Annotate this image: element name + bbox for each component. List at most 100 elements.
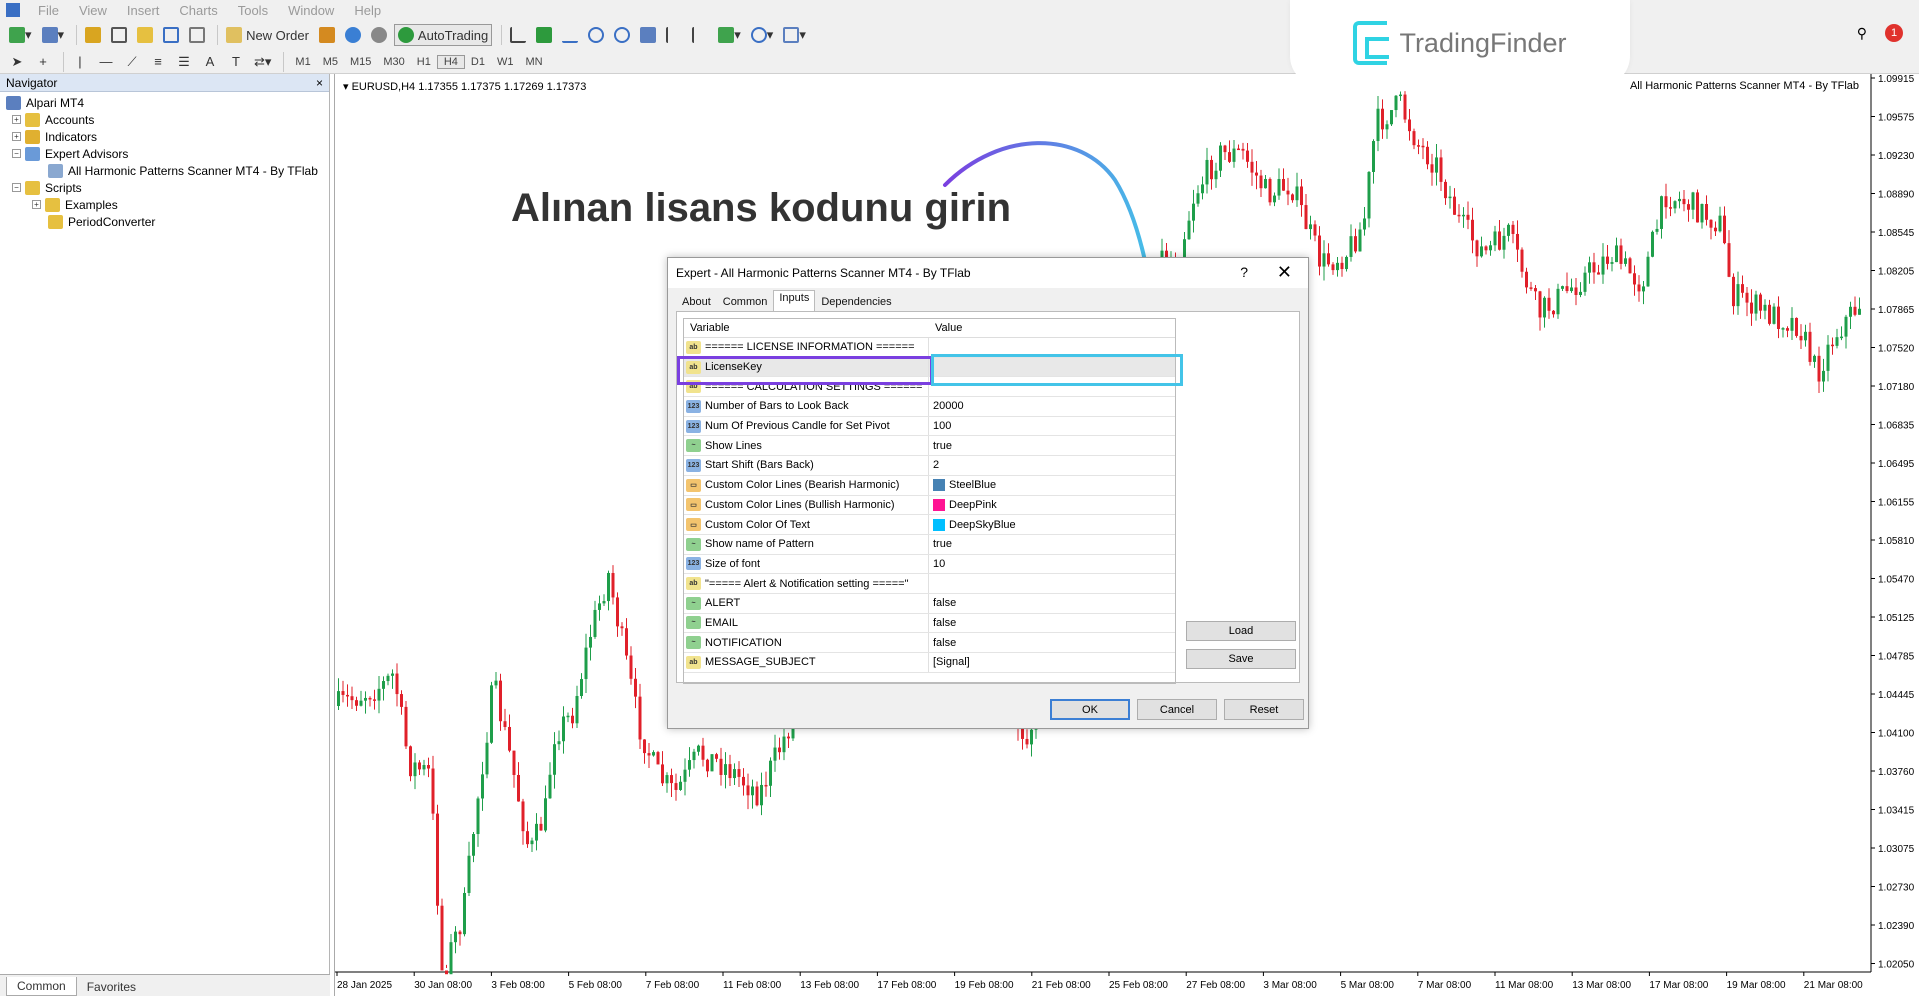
input-row[interactable]: ▭ Custom Color Lines (Bullish Harmonic) De… (684, 495, 1175, 516)
tester-icon[interactable] (186, 24, 208, 46)
input-row[interactable]: ~ NOTIFICATION false (684, 633, 1175, 653)
timeframe-m5[interactable]: M5 (317, 56, 344, 68)
horizontal-line-icon[interactable]: — (95, 51, 117, 73)
timeframe-w1[interactable]: W1 (491, 56, 520, 68)
input-row[interactable]: 123 Number of Bars to Look Back 20000 (684, 397, 1175, 417)
timeframe-d1[interactable]: D1 (465, 56, 491, 68)
notification-badge[interactable]: 1 (1885, 24, 1903, 42)
input-row[interactable]: ab MESSAGE_SUBJECT [Signal] (684, 653, 1175, 673)
tree-item-periodconverter[interactable]: PeriodConverter (0, 213, 329, 230)
dialog-help-button[interactable]: ? (1240, 264, 1248, 280)
ok-button[interactable]: OK (1050, 699, 1130, 720)
input-value-cell[interactable]: 100 (929, 417, 951, 436)
input-value-cell[interactable]: [Signal] (929, 653, 970, 672)
candle-chart-icon[interactable] (533, 24, 555, 46)
line-chart-icon[interactable] (559, 24, 581, 46)
input-value-cell[interactable]: false (929, 633, 956, 652)
arrows-icon[interactable]: ⇄▾ (251, 51, 274, 73)
input-row[interactable]: ~ ALERT false (684, 593, 1175, 614)
expand-icon[interactable]: + (12, 115, 21, 124)
input-value-cell[interactable]: false (929, 594, 956, 613)
new-order-button[interactable]: New Order (223, 24, 312, 46)
input-row[interactable]: ab "===== Alert & Notification setting ==… (684, 574, 1175, 594)
input-value-cell[interactable]: SteelBlue (929, 476, 996, 495)
tree-root[interactable]: Alpari MT4 (0, 94, 329, 111)
load-button[interactable]: Load (1186, 621, 1296, 641)
input-row[interactable]: 123 Num Of Previous Candle for Set Pivot 1… (684, 416, 1175, 437)
collapse-icon[interactable]: − (12, 183, 21, 192)
metaeditor-icon[interactable] (316, 24, 338, 46)
input-value-cell[interactable]: true (929, 535, 952, 554)
input-value-cell[interactable]: 10 (929, 555, 945, 574)
tree-item-expert-advisors[interactable]: − Expert Advisors (0, 145, 329, 162)
save-button[interactable]: Save (1186, 649, 1296, 669)
input-row[interactable]: ▭ Custom Color Of Text DeepSkyBlue (684, 515, 1175, 535)
zoom-in-icon[interactable] (585, 24, 607, 46)
vertical-line-icon[interactable]: | (69, 51, 91, 73)
templates-icon[interactable]: ▾ (780, 24, 809, 46)
timeframe-m1[interactable]: M1 (289, 56, 316, 68)
periods-icon[interactable]: ▾ (748, 24, 777, 46)
timeframe-h1[interactable]: H1 (411, 56, 437, 68)
timeframe-mn[interactable]: MN (519, 56, 548, 68)
bar-chart-icon[interactable] (507, 24, 529, 46)
column-variable[interactable]: Variable (684, 322, 929, 334)
reset-button[interactable]: Reset (1224, 699, 1304, 720)
input-value-cell[interactable]: DeepPink (929, 496, 997, 515)
navigator-close-button[interactable]: × (316, 76, 323, 90)
input-value-cell[interactable]: 2 (929, 456, 939, 475)
input-value-cell[interactable]: 20000 (929, 397, 964, 416)
timeframe-m15[interactable]: M15 (344, 56, 377, 68)
tree-item-examples[interactable]: + Examples (0, 196, 329, 213)
input-value-cell[interactable]: DeepSkyBlue (929, 515, 1016, 534)
fibonacci-icon[interactable]: ☰ (173, 51, 195, 73)
profiles-icon[interactable]: ▾ (39, 24, 68, 46)
tree-item-harmonic-scanner[interactable]: All Harmonic Patterns Scanner MT4 - By T… (0, 162, 329, 179)
text-label-icon[interactable]: T (225, 51, 247, 73)
tile-windows-icon[interactable] (637, 24, 659, 46)
input-row[interactable]: 123 Start Shift (Bars Back) 2 (684, 456, 1175, 476)
dialog-close-button[interactable]: ✕ (1277, 262, 1292, 283)
channel-icon[interactable]: ≡ (147, 51, 169, 73)
input-value-cell[interactable] (929, 574, 933, 593)
tree-item-accounts[interactable]: + Accounts (0, 111, 329, 128)
new-chart-icon[interactable]: ▾ (6, 24, 35, 46)
menu-charts[interactable]: Charts (169, 3, 227, 18)
market-icon[interactable] (368, 24, 390, 46)
input-row[interactable]: ▭ Custom Color Lines (Bearish Harmonic) St… (684, 475, 1175, 496)
menu-view[interactable]: View (69, 3, 117, 18)
trendline-icon[interactable]: ⟋ (121, 51, 143, 73)
menu-file[interactable]: File (28, 3, 69, 18)
tab-favorites[interactable]: Favorites (77, 977, 146, 996)
tree-item-indicators[interactable]: + Indicators (0, 128, 329, 145)
input-value-cell[interactable]: true (929, 436, 952, 455)
menu-tools[interactable]: Tools (228, 3, 278, 18)
signals-icon[interactable] (342, 24, 364, 46)
timeframe-h4[interactable]: H4 (436, 54, 465, 69)
collapse-triangle-icon[interactable]: ▾ (343, 81, 352, 93)
collapse-icon[interactable]: − (12, 149, 21, 158)
chart-shift-icon[interactable] (663, 24, 685, 46)
search-icon[interactable]: ⚲ (1857, 25, 1867, 42)
menu-help[interactable]: Help (344, 3, 391, 18)
input-row[interactable]: ~ Show Lines true (684, 436, 1175, 457)
cursor-icon[interactable]: ➤ (6, 51, 28, 73)
input-row[interactable]: ~ EMAIL false (684, 613, 1175, 634)
menu-insert[interactable]: Insert (117, 3, 170, 18)
navigator-icon[interactable] (134, 24, 156, 46)
cancel-button[interactable]: Cancel (1137, 699, 1217, 720)
expand-icon[interactable]: + (32, 200, 41, 209)
column-value[interactable]: Value (929, 322, 962, 334)
tab-inputs[interactable]: Inputs (773, 290, 816, 312)
input-value-cell[interactable]: false (929, 614, 956, 633)
terminal-icon[interactable] (160, 24, 182, 46)
expand-icon[interactable]: + (12, 132, 21, 141)
tab-common[interactable]: Common (6, 977, 77, 996)
input-row[interactable]: 123 Size of font 10 (684, 554, 1175, 575)
indicators-icon[interactable]: ▾ (715, 24, 744, 46)
autoscroll-icon[interactable] (689, 24, 711, 46)
tab-about[interactable]: About (676, 292, 717, 312)
autotrading-button[interactable]: AutoTrading (393, 24, 493, 46)
timeframe-m30[interactable]: M30 (377, 56, 410, 68)
data-window-icon[interactable] (108, 24, 130, 46)
